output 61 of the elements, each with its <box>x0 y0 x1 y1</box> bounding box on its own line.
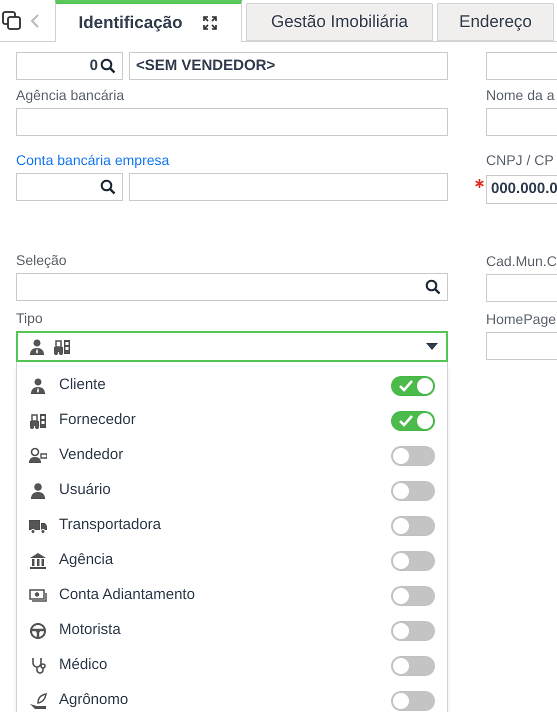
copy-icon[interactable] <box>2 11 22 31</box>
field-label: Nome da a <box>486 86 556 104</box>
toggle-switch[interactable] <box>391 690 435 710</box>
check-icon <box>399 414 413 426</box>
toggle-switch[interactable] <box>391 656 435 676</box>
field-label: Tipo <box>16 309 44 327</box>
toggle-switch[interactable] <box>391 410 435 430</box>
name-field[interactable]: <SEM VENDEDOR> <box>129 52 448 80</box>
name-field[interactable] <box>129 173 448 201</box>
caret-icon[interactable] <box>426 343 438 350</box>
search-icon[interactable] <box>100 58 116 74</box>
option-label: Médico <box>59 655 108 676</box>
input-field[interactable] <box>486 332 557 360</box>
field-label: HomePage <box>486 310 557 328</box>
option-label: Agência <box>59 550 114 570</box>
code-field[interactable]: 0 <box>16 52 123 80</box>
toggle-switch[interactable] <box>391 550 435 570</box>
select-field[interactable] <box>16 331 448 362</box>
input-field[interactable]: 000.000.0 <box>486 175 557 204</box>
input-field[interactable] <box>486 52 557 80</box>
person-icon <box>29 482 47 500</box>
field-label: CNPJ / CP <box>486 151 555 169</box>
toggle-switch[interactable] <box>391 480 435 500</box>
forklift-icon <box>53 338 71 356</box>
person-tie-icon <box>28 338 46 356</box>
toggle-switch[interactable] <box>391 586 435 606</box>
option-label: Transportadora <box>59 515 162 536</box>
option-label: Usuário <box>59 480 112 500</box>
toggle-switch[interactable] <box>391 446 435 466</box>
forklift-icon <box>29 412 47 430</box>
stethoscope-icon <box>29 656 47 674</box>
option-label: Motorista <box>59 620 122 640</box>
option-label: Fornecedor <box>59 410 137 430</box>
wheel-icon <box>29 622 47 640</box>
bank-icon <box>29 552 47 570</box>
check-icon <box>399 380 413 392</box>
option-label: Agrônomo <box>59 690 130 710</box>
option-label: Cliente <box>59 375 107 396</box>
search-icon[interactable] <box>425 279 441 295</box>
tab[interactable]: Gestão Imobiliária <box>246 3 433 41</box>
expand-icon[interactable] <box>202 15 218 31</box>
field-label: Agência bancária <box>16 86 126 104</box>
input-field[interactable] <box>486 108 557 136</box>
tab[interactable]: Endereço <box>437 3 554 41</box>
chevron-left-icon[interactable] <box>30 13 40 29</box>
tab[interactable]: Identificação <box>55 0 242 42</box>
field-label: Seleção <box>16 251 68 269</box>
field-label: Cad.Mun.C <box>486 252 557 270</box>
toggle-switch[interactable] <box>391 516 435 536</box>
money-icon <box>29 586 47 604</box>
search-icon[interactable] <box>100 179 116 195</box>
search-field[interactable] <box>16 273 448 301</box>
input-field[interactable] <box>16 108 448 136</box>
option-label: Conta Adiantamento <box>59 585 196 606</box>
toggle-switch[interactable] <box>391 620 435 640</box>
input-field[interactable] <box>486 274 557 302</box>
person-tie-icon <box>29 376 47 394</box>
field-link[interactable]: Conta bancária empresa <box>16 151 448 169</box>
code-field[interactable] <box>16 173 123 201</box>
toggle-switch[interactable] <box>391 376 435 396</box>
option-label: Vendedor <box>59 445 124 466</box>
